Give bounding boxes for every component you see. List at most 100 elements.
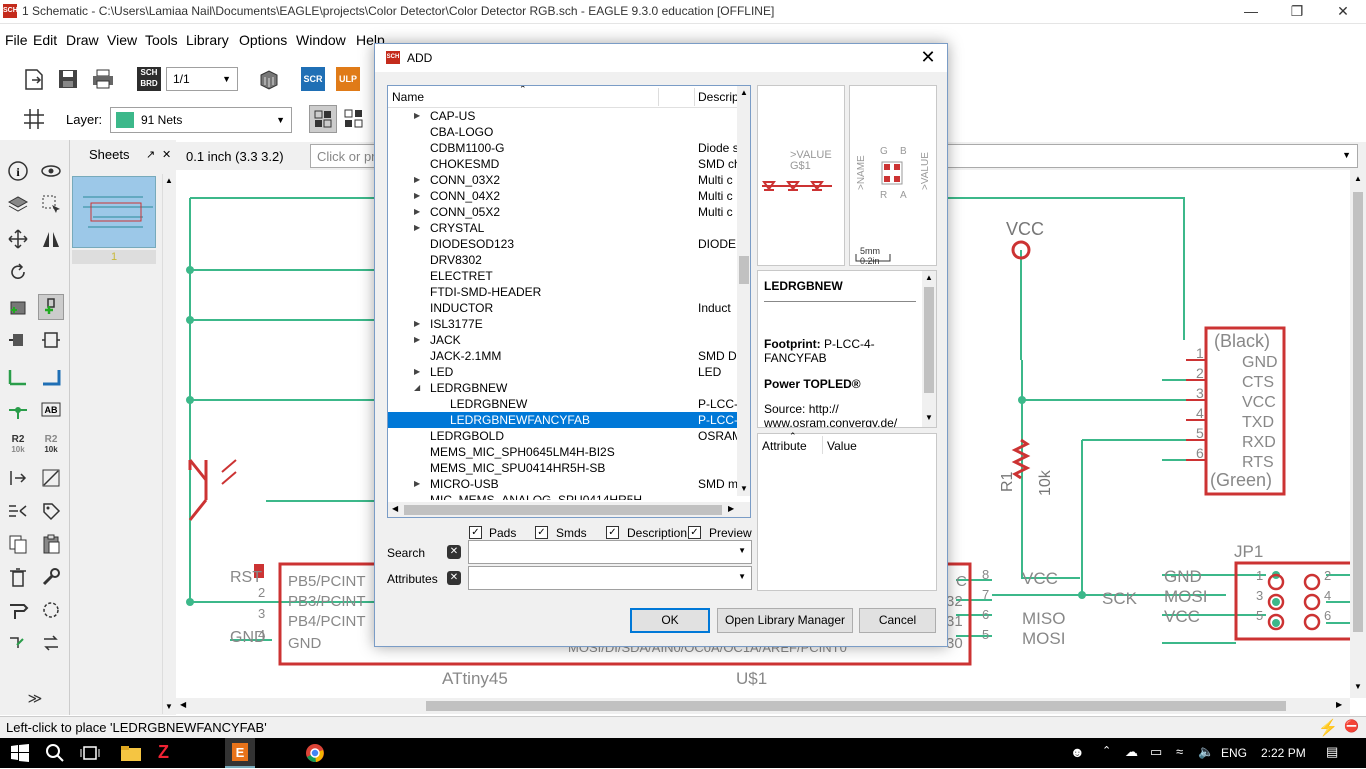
mirror-icon[interactable]	[38, 226, 64, 252]
library-tree-row[interactable]: CDBM1100-G Diode s	[388, 140, 738, 156]
sch-brd-switch-icon[interactable]: SCH BRD	[137, 67, 161, 91]
tree-vertical-scrollbar[interactable]: ▲ ▼	[737, 86, 750, 496]
dialog-close-button[interactable]: ✕	[915, 47, 941, 69]
layer-grid-view-icon[interactable]	[309, 105, 337, 133]
source-link[interactable]: www.osram.convergy.de/	[764, 416, 897, 427]
expand-arrow-icon[interactable]: ◢	[414, 380, 420, 396]
frame-icon[interactable]	[38, 327, 64, 353]
ruler-icon[interactable]	[5, 597, 31, 623]
library-tree-row[interactable]: MIC_MEMS_ANALOG_SPU0414HR5H	[388, 492, 738, 500]
clear-attributes-icon[interactable]: ✕	[447, 571, 461, 585]
attribute-column-header[interactable]: Attribute	[762, 439, 807, 453]
menu-view[interactable]: View	[107, 32, 137, 48]
select-icon[interactable]	[38, 191, 64, 217]
move-icon[interactable]	[5, 226, 31, 252]
menu-window[interactable]: Window	[296, 32, 346, 48]
minimize-button[interactable]: —	[1228, 0, 1274, 24]
tree-horizontal-scrollbar[interactable]: ◀ ▶	[388, 502, 750, 517]
library-tree-row[interactable]: LEDRGBNEWFANCYFAB P-LCC-	[388, 412, 738, 428]
rotate-icon[interactable]	[5, 259, 31, 285]
chrome-icon[interactable]	[305, 743, 325, 766]
scroll-thumb[interactable]	[739, 256, 749, 284]
junction-icon[interactable]	[5, 397, 31, 423]
library-tree[interactable]: Name ⌃ Descrip ▶ CAP-US CBA-LOGO CDBM1100-G…	[387, 85, 751, 518]
add-icon[interactable]	[38, 294, 64, 320]
library-tree-row[interactable]: CBA-LOGO	[388, 124, 738, 140]
copy-icon[interactable]	[5, 531, 31, 557]
windows-start-icon[interactable]	[10, 743, 30, 763]
name-icon[interactable]: R2 10k	[5, 432, 31, 458]
label-icon[interactable]: AB	[38, 397, 64, 423]
print-icon[interactable]	[91, 67, 115, 91]
smash-icon[interactable]	[5, 465, 31, 491]
library-tree-row[interactable]: ▶ JACK	[388, 332, 738, 348]
expand-arrow-icon[interactable]: ▶	[414, 476, 420, 492]
open-icon[interactable]	[22, 67, 46, 91]
more-icon[interactable]: ≫	[22, 685, 48, 711]
close-icon[interactable]: ✕	[162, 140, 171, 170]
search-input[interactable]: ▼	[468, 540, 752, 564]
search-icon[interactable]	[45, 743, 65, 766]
wire-icon[interactable]	[5, 364, 31, 390]
people-icon[interactable]: ☻	[1070, 744, 1085, 760]
eagle-taskbar-icon[interactable]: E	[225, 738, 255, 768]
library-tree-row[interactable]: ▶ CONN_03X2 Multi c	[388, 172, 738, 188]
library-tree-row[interactable]: DRV8302	[388, 252, 738, 268]
wifi-icon[interactable]: ≈	[1176, 744, 1183, 759]
library-tree-row[interactable]: LEDRGBOLD OSRAM	[388, 428, 738, 444]
column-name-header[interactable]: Name	[392, 90, 424, 104]
paste-icon[interactable]	[38, 531, 64, 557]
task-view-icon[interactable]	[80, 744, 100, 765]
library-tree-row[interactable]: ▶ CRYSTAL	[388, 220, 738, 236]
pin-icon[interactable]	[5, 327, 31, 353]
sheets-scrollbar[interactable]: ▲ ▼	[162, 174, 176, 714]
expand-arrow-icon[interactable]: ▶	[414, 172, 420, 188]
library-tree-row[interactable]: MEMS_MIC_SPH0645LM4H-BI2S	[388, 444, 738, 460]
scroll-thumb[interactable]	[1353, 192, 1363, 632]
library-tree-row[interactable]: MEMS_MIC_SPU0414HR5H-SB	[388, 460, 738, 476]
library-tree-row[interactable]: ▶ ISL3177E	[388, 316, 738, 332]
library-tree-row[interactable]: ▶ CAP-US	[388, 108, 738, 124]
layer-select[interactable]: 91 Nets ▼	[110, 107, 292, 133]
library-tree-row[interactable]: DIODESOD123 DIODE	[388, 236, 738, 252]
info-icon[interactable]: i	[5, 158, 31, 184]
library-tree-row[interactable]: INDUCTOR Induct	[388, 300, 738, 316]
menu-edit[interactable]: Edit	[33, 32, 57, 48]
delete-icon[interactable]	[5, 564, 31, 590]
menu-draw[interactable]: Draw	[66, 32, 99, 48]
preview-checkbox[interactable]: ✓	[688, 526, 701, 539]
bus-icon[interactable]	[38, 364, 64, 390]
value-column-header[interactable]: Value	[827, 439, 857, 453]
clock[interactable]: 2:22 PM	[1261, 746, 1306, 760]
scroll-thumb[interactable]	[426, 701, 1286, 711]
canvas-vertical-scrollbar[interactable]: ▲ ▼	[1350, 170, 1366, 698]
library-tree-row[interactable]: ▶ CONN_05X2 Multi c	[388, 204, 738, 220]
smds-checkbox[interactable]: ✓	[535, 526, 548, 539]
layer-list-view-icon[interactable]	[342, 107, 366, 131]
pads-checkbox[interactable]: ✓	[469, 526, 482, 539]
expand-arrow-icon[interactable]: ▶	[414, 188, 420, 204]
wrench-icon[interactable]	[38, 564, 64, 590]
split-icon[interactable]	[5, 498, 31, 524]
save-icon[interactable]	[56, 67, 80, 91]
lightning-icon[interactable]: ⚡	[1318, 718, 1338, 738]
expand-arrow-icon[interactable]: ▶	[414, 332, 420, 348]
replace-icon[interactable]	[5, 630, 31, 656]
battery-icon[interactable]: ▭	[1150, 744, 1162, 760]
layers-icon[interactable]	[5, 191, 31, 217]
expand-arrow-icon[interactable]: ▶	[414, 220, 420, 236]
stop-icon[interactable]: ⛔	[1344, 719, 1359, 733]
library-tree-row[interactable]: ▶ LED LED	[388, 364, 738, 380]
restore-button[interactable]: ❐	[1274, 0, 1320, 24]
scroll-thumb[interactable]	[404, 505, 722, 515]
attribute-icon[interactable]	[38, 498, 64, 524]
menu-tools[interactable]: Tools	[145, 32, 178, 48]
expand-arrow-icon[interactable]: ▶	[414, 364, 420, 380]
menu-library[interactable]: Library	[186, 32, 229, 48]
close-window-button[interactable]: ✕	[1320, 0, 1366, 24]
open-library-manager-button[interactable]: Open Library Manager	[717, 608, 853, 633]
library-tree-row[interactable]: ▶ MICRO-USB SMD m	[388, 476, 738, 492]
description-checkbox[interactable]: ✓	[606, 526, 619, 539]
swap-icon[interactable]	[38, 630, 64, 656]
group-icon[interactable]	[38, 597, 64, 623]
